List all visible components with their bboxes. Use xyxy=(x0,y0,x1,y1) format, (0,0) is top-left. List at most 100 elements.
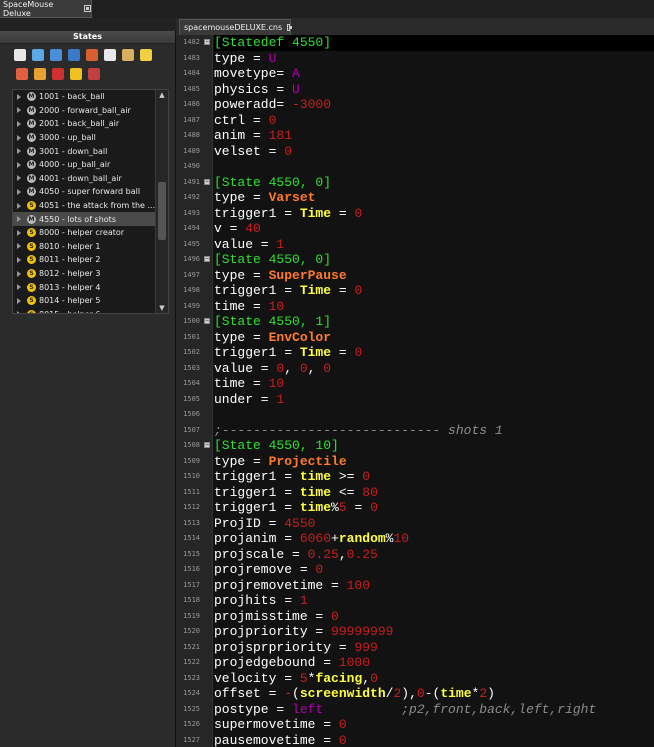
expand-arrow-icon[interactable] xyxy=(17,202,21,209)
code-line: ;---------------------------- shots 1 xyxy=(214,423,654,439)
editor-file-tab[interactable]: spacemouseDELUXE.cns xyxy=(179,19,292,35)
code-token: 1 xyxy=(276,236,285,252)
state-list-item[interactable]: S 8013 - helper 4 xyxy=(13,280,168,294)
line-number: 1521 xyxy=(183,642,200,651)
expand-arrow-icon[interactable] xyxy=(17,93,21,100)
expand-arrow-icon[interactable] xyxy=(17,107,21,114)
state-list-item[interactable]: M 3001 - down_ball xyxy=(13,144,168,158)
redo-icon[interactable] xyxy=(34,68,46,80)
line-number: 1509 xyxy=(183,456,200,465)
state-type-badge: M xyxy=(27,187,36,197)
code-token: screenwidth xyxy=(299,686,386,701)
state-list-item[interactable]: S 8010 - helper 1 xyxy=(13,240,168,254)
open-icon[interactable] xyxy=(32,49,44,61)
expand-arrow-icon[interactable] xyxy=(17,256,21,263)
code-token: projmisstime = xyxy=(214,608,332,624)
help-icon[interactable] xyxy=(88,68,100,80)
expand-arrow-icon[interactable] xyxy=(17,243,21,250)
state-list[interactable]: M 1001 - back_ball M 2000 - forward_ball_ai… xyxy=(12,89,169,314)
code-line: [Statedef 4550] xyxy=(214,35,654,51)
expand-arrow-icon[interactable] xyxy=(17,175,21,182)
expand-arrow-icon[interactable] xyxy=(17,134,21,141)
line-number: 1482− xyxy=(183,38,210,46)
scrollbar-thumb[interactable] xyxy=(158,182,166,240)
file-tab-close-icon[interactable] xyxy=(287,24,292,31)
save-icon[interactable] xyxy=(68,49,80,61)
comment-icon[interactable] xyxy=(70,68,82,80)
state-list-item[interactable]: M 2000 - forward_ball_air xyxy=(13,104,168,118)
state-list-item[interactable]: M 4001 - down_ball_air xyxy=(13,172,168,186)
state-type-badge: M xyxy=(27,160,36,170)
state-list-item[interactable]: S 8014 - helper 5 xyxy=(13,294,168,308)
state-list-item[interactable]: M 4000 - up_ball_air xyxy=(13,158,168,172)
code-line: supermovetime = 0 xyxy=(214,717,654,733)
code-token: 10 xyxy=(393,531,410,546)
code-token: ( xyxy=(292,686,300,701)
state-list-item[interactable]: S 4051 - the attack from the ... xyxy=(13,199,168,213)
fold-toggle-icon[interactable]: − xyxy=(204,442,210,448)
new-state-icon[interactable] xyxy=(14,49,26,61)
state-list-item[interactable]: M 1001 - back_ball xyxy=(13,90,168,104)
app-window-tab[interactable]: SpaceMouse Deluxe xyxy=(0,0,92,18)
line-number: 1508− xyxy=(183,441,210,449)
state-list-item[interactable]: S8015 - helper 6 xyxy=(13,308,168,313)
line-number: 1526 xyxy=(183,720,200,728)
state-list-item[interactable]: S 8011 - helper 2 xyxy=(13,253,168,267)
line-number: 1488 xyxy=(183,131,200,139)
expand-arrow-icon[interactable] xyxy=(17,270,21,277)
state-list-item[interactable]: S 8012 - helper 3 xyxy=(13,267,168,281)
state-list-item[interactable]: S 8000 - helper creator xyxy=(13,226,168,240)
undo-icon[interactable] xyxy=(16,68,28,80)
fold-toggle-icon[interactable]: − xyxy=(204,39,210,45)
code-token: velset = xyxy=(214,143,285,159)
state-list-item[interactable]: M 3000 - up_ball xyxy=(13,131,168,145)
expand-arrow-icon[interactable] xyxy=(17,216,21,223)
expand-arrow-icon[interactable] xyxy=(17,297,21,304)
code-line: type = U xyxy=(214,51,654,67)
expand-arrow-icon[interactable] xyxy=(17,120,21,127)
code-token: v = xyxy=(214,221,246,236)
search-icon[interactable] xyxy=(140,49,152,61)
code-token: 0.25 xyxy=(307,546,339,562)
code-line: trigger1 = Time = 0 xyxy=(214,283,654,299)
code-token: U xyxy=(268,50,277,66)
expand-arrow-icon[interactable] xyxy=(17,311,21,313)
edit-icon[interactable] xyxy=(50,49,62,61)
paste-icon[interactable] xyxy=(122,49,134,61)
state-list-item[interactable]: M 4050 - super forward ball xyxy=(13,185,168,199)
code-token: - xyxy=(284,686,293,701)
state-list-item[interactable]: M 4550 - lots of shots xyxy=(13,212,168,226)
code-line: projscale = 0.25,0.25 xyxy=(214,547,654,563)
fold-toggle-icon[interactable]: − xyxy=(204,178,210,185)
code-token: Time xyxy=(299,283,332,298)
tab-close-icon[interactable] xyxy=(84,5,91,12)
fold-toggle-icon[interactable]: − xyxy=(204,256,210,262)
expand-arrow-icon[interactable] xyxy=(17,161,21,168)
state-label: 8011 - helper 2 xyxy=(39,255,101,265)
expand-arrow-icon[interactable] xyxy=(17,284,21,291)
code-token: Projectile xyxy=(268,453,347,469)
code-line: trigger1 = time%5 = 0 xyxy=(214,500,654,516)
code-area[interactable]: [Statedef 4550] type = Umovetype= Aphysic… xyxy=(214,35,654,747)
cut-icon[interactable] xyxy=(86,49,98,61)
scroll-down-icon[interactable]: ▼ xyxy=(156,303,168,313)
copy-icon[interactable] xyxy=(104,49,116,61)
tab-bar-left xyxy=(0,18,176,32)
code-token: 1 xyxy=(276,391,285,407)
code-token: 181 xyxy=(268,128,293,143)
code-token: [State 4550, 10] xyxy=(214,438,339,453)
fold-toggle-icon[interactable]: − xyxy=(204,318,210,324)
expand-arrow-icon[interactable] xyxy=(17,188,21,195)
code-token: , xyxy=(338,546,347,562)
state-list-item[interactable]: M 2001 - back_ball_air xyxy=(13,117,168,131)
code-token: 0 xyxy=(354,345,363,360)
delete-icon[interactable] xyxy=(52,68,64,80)
expand-arrow-icon[interactable] xyxy=(17,148,21,155)
state-label: 8014 - helper 5 xyxy=(39,296,101,306)
expand-arrow-icon[interactable] xyxy=(17,229,21,236)
code-line: projsprpriority = 999 xyxy=(214,640,654,656)
code-editor[interactable]: 1482− 1483 1484 1485 1486 1487 1488 1489 1490 149… xyxy=(176,35,654,747)
scroll-up-icon[interactable]: ▲ xyxy=(156,90,168,100)
code-token: 2 xyxy=(479,686,488,701)
state-list-scrollbar[interactable]: ▲ ▼ xyxy=(155,90,168,313)
